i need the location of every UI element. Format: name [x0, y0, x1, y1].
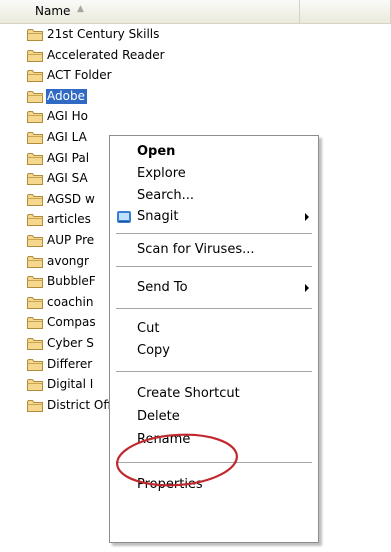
folder-name: Digital I [47, 377, 94, 392]
name-column-header[interactable]: Name ▲ [0, 0, 300, 23]
folder-icon [27, 234, 43, 247]
menu-item-snagit[interactable]: Snagit [110, 206, 318, 228]
folder-icon [27, 90, 43, 103]
menu-item-properties-label: Properties [137, 477, 203, 492]
menu-item-scan-label: Scan for Viruses... [137, 242, 255, 257]
menu-item-copy-label: Copy [137, 343, 170, 358]
menu-item-create-shortcut[interactable]: Create Shortcut [110, 383, 318, 405]
folder-name: Adobe [46, 88, 87, 104]
list-item[interactable]: 21st Century Skills [0, 24, 391, 45]
folder-name: AUP Pre [47, 232, 95, 247]
folder-name: avongr [47, 253, 89, 268]
folder-name: coachin [47, 294, 94, 309]
snagit-icon [117, 211, 131, 223]
menu-item-open-label: Open [137, 144, 176, 159]
submenu-arrow-icon [305, 284, 309, 292]
folder-name: AGI SA [47, 171, 88, 186]
folder-icon [27, 399, 43, 412]
menu-item-delete[interactable]: Delete [110, 406, 318, 428]
folder-icon [27, 379, 43, 392]
folder-icon [27, 49, 43, 62]
folder-icon [27, 296, 43, 309]
menu-item-send-to[interactable]: Send To [110, 277, 318, 299]
folder-name: AGI Pal [47, 150, 90, 165]
next-column-header[interactable] [300, 0, 391, 23]
menu-item-create-shortcut-label: Create Shortcut [137, 386, 240, 401]
folder-icon [27, 214, 43, 227]
folder-name: Differer [47, 356, 93, 371]
folder-icon [27, 337, 43, 350]
menu-item-search-label: Search... [137, 188, 195, 203]
menu-item-explore-label: Explore [137, 166, 186, 181]
menu-item-properties[interactable]: Properties [110, 474, 318, 496]
menu-item-scan-viruses[interactable]: Scan for Viruses... [110, 239, 318, 261]
menu-item-send-to-label: Send To [137, 280, 188, 295]
list-item[interactable]: Accelerated Reader [0, 45, 391, 66]
list-header: Name ▲ [0, 0, 391, 24]
menu-item-delete-label: Delete [137, 409, 180, 424]
folder-icon [27, 131, 43, 144]
folder-icon [27, 173, 43, 186]
menu-item-rename[interactable]: Rename [110, 429, 318, 451]
folder-name: AGSD w [47, 191, 95, 206]
menu-item-explore[interactable]: Explore [110, 163, 318, 185]
folder-icon [27, 152, 43, 165]
folder-name: ACT Folder [47, 68, 112, 83]
folder-name: AGI LA [47, 129, 87, 144]
menu-separator [116, 233, 312, 234]
folder-icon [27, 193, 43, 206]
folder-name: 21st Century Skills [47, 27, 160, 41]
list-item[interactable]: AGI Ho [0, 106, 391, 127]
list-item[interactable]: Adobe [0, 86, 391, 107]
folder-name: Cyber S [47, 335, 94, 350]
sort-ascending-icon: ▲ [77, 4, 84, 14]
folder-name: Compas [47, 315, 96, 330]
menu-item-cut-label: Cut [137, 321, 160, 336]
menu-separator [116, 462, 312, 463]
folder-icon [27, 358, 43, 371]
menu-separator [116, 371, 312, 372]
list-item[interactable]: ACT Folder [0, 65, 391, 86]
menu-item-open[interactable]: Open [110, 141, 318, 163]
folder-icon [27, 70, 43, 83]
folder-name: Accelerated Reader [47, 47, 165, 62]
folder-icon [27, 317, 43, 330]
folder-name: AGI Ho [47, 109, 89, 124]
menu-item-copy[interactable]: Copy [110, 340, 318, 362]
menu-separator [116, 308, 312, 309]
name-column-label: Name [35, 4, 71, 18]
folder-icon [27, 29, 43, 41]
folder-name: BubbleF [47, 274, 96, 289]
menu-item-cut[interactable]: Cut [110, 318, 318, 340]
folder-name: articles [47, 212, 91, 227]
folder-icon [27, 255, 43, 268]
menu-item-rename-label: Rename [137, 432, 191, 447]
submenu-arrow-icon [305, 213, 309, 221]
menu-item-search[interactable]: Search... [110, 185, 318, 207]
folder-icon [27, 111, 43, 124]
menu-separator [116, 266, 312, 267]
folder-icon [27, 276, 43, 289]
menu-item-snagit-label: Snagit [137, 209, 179, 224]
context-menu: Open Explore Search... Snagit Scan for V… [109, 135, 319, 543]
